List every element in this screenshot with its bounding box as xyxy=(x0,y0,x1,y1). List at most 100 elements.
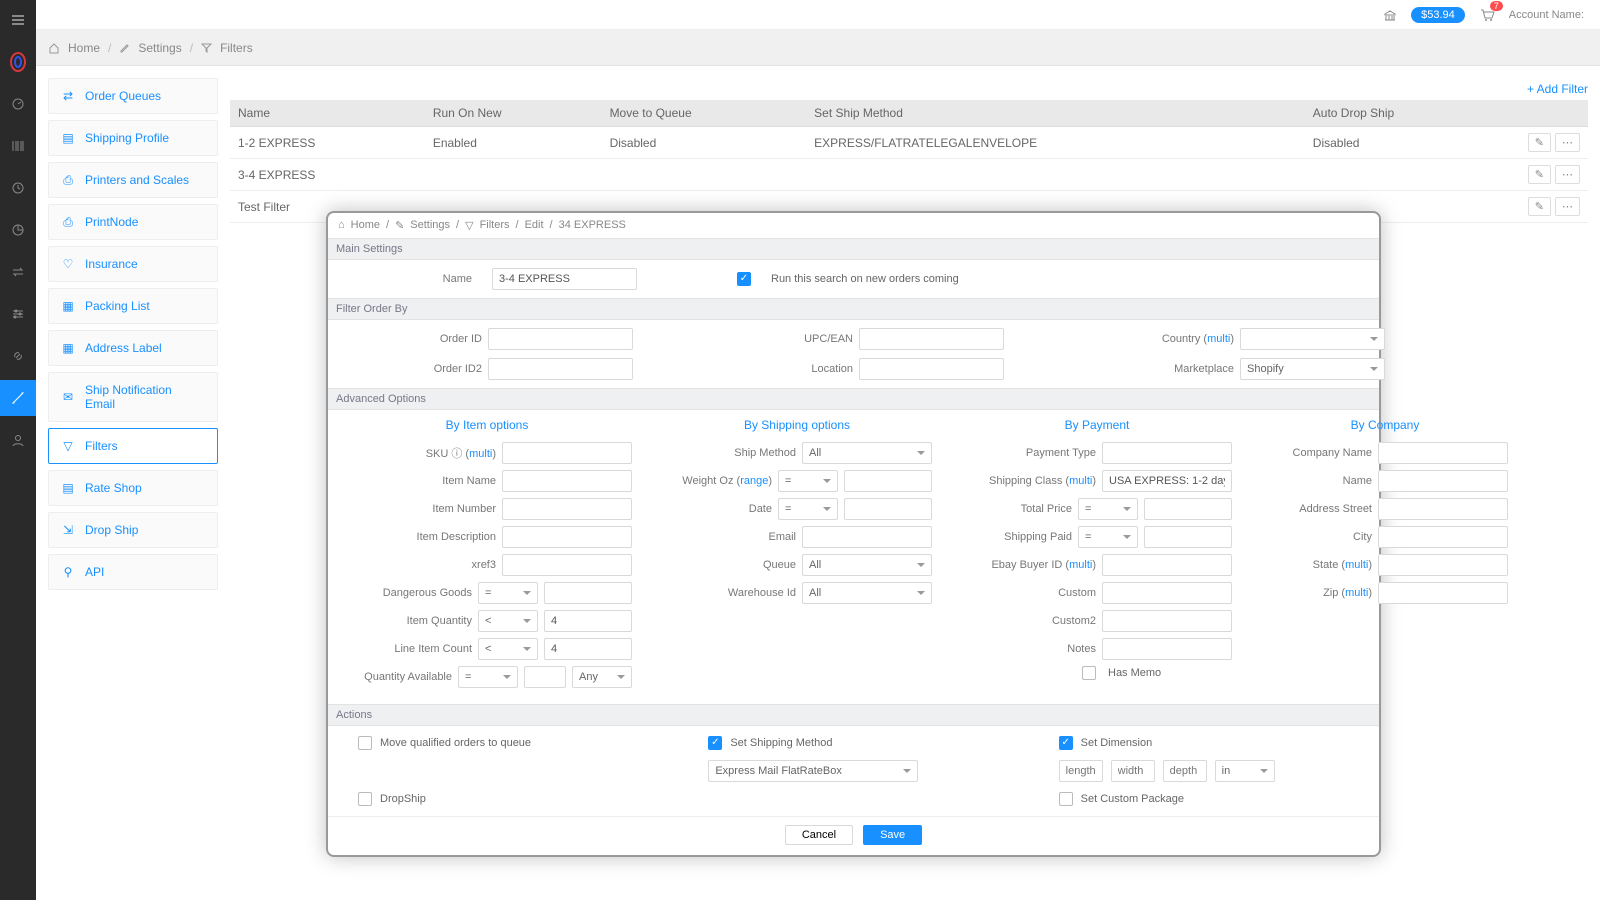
lic-op-select[interactable]: < xyxy=(478,638,538,660)
cart-icon[interactable]: 7 xyxy=(1479,7,1495,23)
sliders-icon[interactable] xyxy=(10,306,26,322)
set-dimension-checkbox[interactable] xyxy=(1059,736,1073,750)
weight-range[interactable]: range xyxy=(740,475,768,487)
itemdesc-input[interactable] xyxy=(502,526,632,548)
nav-printers[interactable]: ⎙Printers and Scales xyxy=(48,162,218,198)
totalprice-op-select[interactable]: = xyxy=(1078,498,1138,520)
move-to-queue-checkbox[interactable] xyxy=(358,736,372,750)
more-row-button[interactable]: ⋯ xyxy=(1555,165,1580,184)
add-filter-link[interactable]: + Add Filter xyxy=(230,78,1588,100)
shippingclass-input[interactable] xyxy=(1102,470,1232,492)
table-row[interactable]: 3-4 EXPRESS ✎⋯ xyxy=(230,159,1588,191)
nav-ship-notification[interactable]: ✉Ship Notification Email xyxy=(48,372,218,422)
email-input[interactable] xyxy=(802,526,932,548)
nav-order-queues[interactable]: ⇄Order Queues xyxy=(48,78,218,114)
dashboard-icon[interactable] xyxy=(10,96,26,112)
lic-input[interactable] xyxy=(544,638,632,660)
depth-input[interactable] xyxy=(1163,760,1207,782)
chart-icon[interactable] xyxy=(10,222,26,238)
nav-shipping-profile[interactable]: ▤Shipping Profile xyxy=(48,120,218,156)
logo-icon[interactable] xyxy=(10,54,26,70)
iq-input[interactable] xyxy=(544,610,632,632)
set-ship-method-checkbox[interactable] xyxy=(708,736,722,750)
paymenttype-input[interactable] xyxy=(1102,442,1232,464)
nav-address-label[interactable]: ▦Address Label xyxy=(48,330,218,366)
balance-pill[interactable]: $53.94 xyxy=(1411,7,1465,23)
more-row-button[interactable]: ⋯ xyxy=(1555,133,1580,152)
menu-icon[interactable] xyxy=(10,12,26,28)
city-input[interactable] xyxy=(1378,526,1508,548)
sku-input[interactable] xyxy=(502,442,632,464)
set-custom-package-checkbox[interactable] xyxy=(1059,792,1073,806)
itemname-input[interactable] xyxy=(502,470,632,492)
shippingpaid-input[interactable] xyxy=(1144,526,1232,548)
qa-input[interactable] xyxy=(524,666,566,688)
width-input[interactable] xyxy=(1111,760,1155,782)
ebay-multi[interactable]: multi xyxy=(1069,559,1092,571)
date-op-select[interactable]: = xyxy=(778,498,838,520)
state-input[interactable] xyxy=(1378,554,1508,576)
qa-op-select[interactable]: = xyxy=(458,666,518,688)
bc-settings[interactable]: Settings xyxy=(138,41,181,55)
table-row[interactable]: 1-2 EXPRESSEnabledDisabledEXPRESS/FLATRA… xyxy=(230,127,1588,159)
location-input[interactable] xyxy=(859,358,1004,380)
companyname-input[interactable] xyxy=(1378,442,1508,464)
shippingpaid-op-select[interactable]: = xyxy=(1078,526,1138,548)
length-input[interactable] xyxy=(1059,760,1103,782)
notes-input[interactable] xyxy=(1102,638,1232,660)
upc-input[interactable] xyxy=(859,328,1004,350)
country-select[interactable] xyxy=(1240,328,1385,350)
bank-icon[interactable] xyxy=(1383,8,1397,22)
custom2-input[interactable] xyxy=(1102,610,1232,632)
qa-any-select[interactable]: Any xyxy=(572,666,632,688)
nav-rate-shop[interactable]: ▤Rate Shop xyxy=(48,470,218,506)
state-multi[interactable]: multi xyxy=(1345,559,1368,571)
bc-home[interactable]: Home xyxy=(68,41,100,55)
weight-input[interactable] xyxy=(844,470,932,492)
orderid-input[interactable] xyxy=(488,328,633,350)
settings-icon[interactable] xyxy=(0,380,36,416)
run-on-new-checkbox[interactable] xyxy=(737,272,751,286)
queue-select[interactable]: All xyxy=(802,554,932,576)
street-input[interactable] xyxy=(1378,498,1508,520)
country-multi[interactable]: multi xyxy=(1207,333,1230,345)
shipmethod-select[interactable]: All xyxy=(802,442,932,464)
cancel-button[interactable]: Cancel xyxy=(785,825,853,845)
dim-unit-select[interactable]: in xyxy=(1215,760,1275,782)
dg-op-select[interactable]: = xyxy=(478,582,538,604)
nav-insurance[interactable]: ♡Insurance xyxy=(48,246,218,282)
xref3-input[interactable] xyxy=(502,554,632,576)
date-input[interactable] xyxy=(844,498,932,520)
ship-method-select[interactable]: Express Mail FlatRateBox xyxy=(708,760,918,782)
nav-filters[interactable]: ▽Filters xyxy=(48,428,218,464)
more-row-button[interactable]: ⋯ xyxy=(1555,197,1580,216)
clock-icon[interactable] xyxy=(10,180,26,196)
dropship-checkbox[interactable] xyxy=(358,792,372,806)
sclass-multi[interactable]: multi xyxy=(1069,475,1092,487)
edit-row-button[interactable]: ✎ xyxy=(1528,133,1551,152)
home-icon[interactable] xyxy=(48,42,60,54)
warehouse-select[interactable]: All xyxy=(802,582,932,604)
filter-name-input[interactable] xyxy=(492,268,637,290)
edit-row-button[interactable]: ✎ xyxy=(1528,165,1551,184)
nav-printnode[interactable]: ⎙PrintNode xyxy=(48,204,218,240)
zip-input[interactable] xyxy=(1378,582,1508,604)
dg-input[interactable] xyxy=(544,582,632,604)
weight-op-select[interactable]: = xyxy=(778,470,838,492)
link-icon[interactable] xyxy=(10,348,26,364)
totalprice-input[interactable] xyxy=(1144,498,1232,520)
name-input[interactable] xyxy=(1378,470,1508,492)
hasmemo-checkbox[interactable] xyxy=(1082,666,1096,680)
itemnumber-input[interactable] xyxy=(502,498,632,520)
nav-packing-list[interactable]: ▦Packing List xyxy=(48,288,218,324)
iq-op-select[interactable]: < xyxy=(478,610,538,632)
custom-input[interactable] xyxy=(1102,582,1232,604)
nav-drop-ship[interactable]: ⇲Drop Ship xyxy=(48,512,218,548)
user-icon[interactable] xyxy=(10,432,26,448)
orderid2-input[interactable] xyxy=(488,358,633,380)
sku-multi[interactable]: multi xyxy=(469,448,492,460)
marketplace-select[interactable]: Shopify xyxy=(1240,358,1385,380)
edit-row-button[interactable]: ✎ xyxy=(1528,197,1551,216)
nav-api[interactable]: ⚲API xyxy=(48,554,218,590)
barcode-icon[interactable] xyxy=(10,138,26,154)
